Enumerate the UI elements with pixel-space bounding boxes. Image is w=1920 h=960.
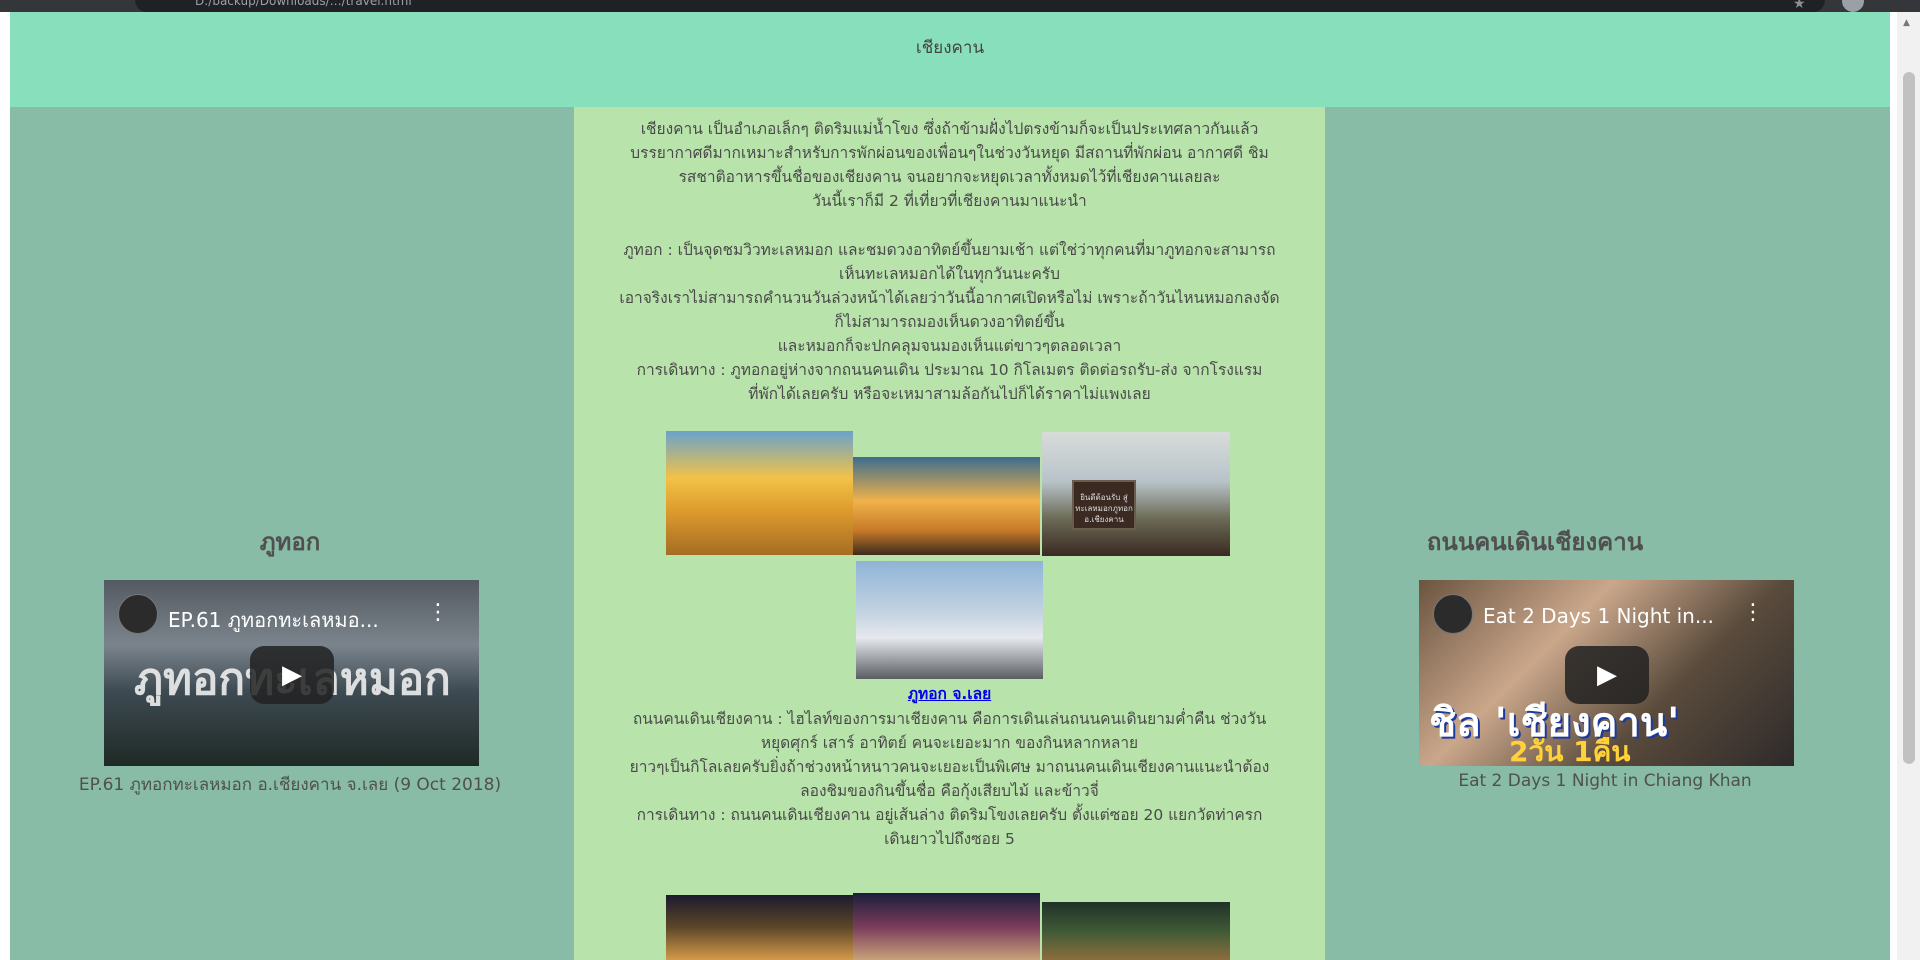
more-options-icon[interactable]: ⋮ [1742,600,1764,625]
photo-couple-sunrise [853,457,1040,555]
left-heading: ภูทอก [259,528,321,556]
phu-thok-link[interactable]: ภูทอก จ.เลย [908,685,991,703]
photo-sunrise-viewpoint [666,431,853,555]
text-line: การเดินทาง : ถนนคนเดินเชียงคาน อยู่เส้นล… [636,806,1263,824]
profile-avatar[interactable] [1842,0,1864,12]
more-options-icon[interactable]: ⋮ [427,600,449,625]
intro-paragraph: เชียงคาน เป็นอำเภอเล็กๆ ติดริมแม่น้ำโขง … [574,117,1325,213]
page: เชียงคาน ภูทอก ภูทอกทะเลหมอก EP.61 ภูทอก… [10,12,1890,960]
text-line: วันนี้เราก็มี 2 ที่เที่ยวที่เชียงคานมาแน… [812,192,1087,210]
text-line: ภูทอก : เป็นจุดชมวิวทะเลหมอก และชมดวงอาท… [623,241,1276,259]
photo-sea-of-mist [856,561,1043,679]
video-title[interactable]: Eat 2 Days 1 Night in... [1483,604,1714,628]
video-title[interactable]: EP.61 ภูทอกทะเลหมอ... [168,604,379,636]
page-title: เชียงคาน [915,38,985,58]
welcome-sign: ยินดีต้อนรับ สู่ ทะเลหมอกภูทอก อ.เชียงคา… [1072,480,1136,530]
play-icon[interactable]: ▶ [250,646,334,704]
right-heading: ถนนคนเดินเชียงคาน [1426,528,1644,556]
channel-avatar[interactable] [118,594,158,634]
video-thumbnail-subtext: 2วัน 1คืน [1509,735,1631,766]
text-line: ก็ไม่สามารถมองเห็นดวงอาทิตย์ขึ้น [834,313,1065,331]
address-url: D:/backup/Downloads/…/travel.html [195,0,412,8]
browser-toolbar: D:/backup/Downloads/…/travel.html ★ [0,0,1920,12]
vertical-scrollbar[interactable]: ▲ [1897,12,1920,960]
text-line: เอาจริงเราไม่สามารถคำนวนวันล่วงหน้าได้เล… [619,289,1280,307]
photo-shop-front [1042,902,1230,960]
page-header: เชียงคาน [10,12,1890,107]
address-bar[interactable]: D:/backup/Downloads/…/travel.html [135,0,1825,12]
channel-avatar[interactable] [1433,594,1473,634]
text-line: ที่พักได้เลยครับ หรือจะเหมาสามล้อกันไปก็… [748,385,1151,403]
phu-thok-paragraph: ภูทอก : เป็นจุดชมวิวทะเลหมอก และชมดวงอาท… [574,238,1325,406]
photo-night-street [666,895,853,960]
text-line: รสชาติอาหารขึ้นชื่อของเชียงคาน จนอยากจะห… [678,168,1221,186]
scroll-thumb[interactable] [1903,72,1915,764]
text-line: เชียงคาน เป็นอำเภอเล็กๆ ติดริมแม่น้ำโขง … [640,120,1259,138]
scroll-up-icon[interactable]: ▲ [1903,18,1910,28]
text-line: บรรยากาศดีมากเหมาะสำหรับการพักผ่อนของเพื… [630,144,1269,162]
video-caption-left: EP.61 ภูทอกทะเลหมอก อ.เชียงคาน จ.เลย (9 … [78,775,502,795]
sign-text: ยินดีต้อนรับ สู่ ทะเลหมอกภูทอก อ.เชียงคา… [1075,493,1133,524]
video-player-walking-street[interactable]: ชิล 'เชียงคาน' 2วัน 1คืน Eat 2 Days 1 Ni… [1419,580,1794,766]
text-line: เห็นทะเลหมอกได้ในทุกวันนะครับ [839,265,1060,283]
text-line: ยาวๆเป็นกิโลเลยครับยิ่งถ้าช่วงหน้าหนาวคน… [629,758,1270,776]
photo-welcome-sign: ยินดีต้อนรับ สู่ ทะเลหมอกภูทอก อ.เชียงคา… [1042,432,1230,556]
text-line: หยุดศุกร์ เสาร์ อาทิตย์ คนจะเยอะมาก ของก… [760,734,1139,752]
walking-street-paragraph: ถนนคนเดินเชียงคาน : ไฮไลท์ของการมาเชียงค… [574,707,1325,851]
video-caption-right: Eat 2 Days 1 Night in Chiang Khan [1458,771,1752,791]
text-line: และหมอกก็จะปกคลุมจนมองเห็นแต่ขาวๆตลอดเวล… [777,337,1122,355]
star-icon[interactable]: ★ [1793,0,1806,12]
photo-caption: ภูทอก จ.เลย [574,681,1325,706]
center-column: เชียงคาน เป็นอำเภอเล็กๆ ติดริมแม่น้ำโขง … [574,107,1325,960]
text-line: ถนนคนเดินเชียงคาน : ไฮไลท์ของการมาเชียงค… [632,710,1267,728]
text-line: ลองชิมของกินขึ้นชื่อ คือกุ้งเสียบไม้ และ… [800,782,1099,800]
text-line: การเดินทาง : ภูทอกอยู่ห่างจากถนนคนเดิน ป… [636,361,1263,379]
photo-flags-street [853,893,1040,960]
content-area: ภูทอก ภูทอกทะเลหมอก EP.61 ภูทอกทะเลหมอ..… [10,107,1890,960]
video-player-phu-thok[interactable]: ภูทอกทะเลหมอก EP.61 ภูทอกทะเลหมอ... ⋮ ▶ [104,580,479,766]
play-icon[interactable]: ▶ [1565,646,1649,704]
text-line: เดินยาวไปถึงซอย 5 [884,830,1015,848]
